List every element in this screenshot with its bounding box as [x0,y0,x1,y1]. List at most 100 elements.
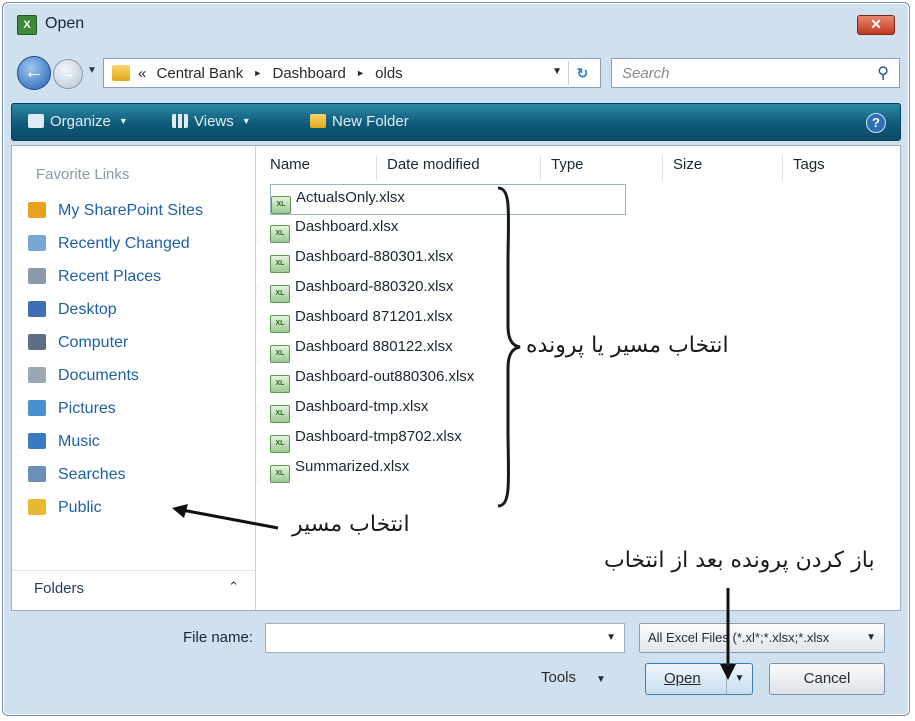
file-list-pane: Name Date modified Type Size Tags XL Actu… [256,146,900,610]
organize-icon [28,114,44,128]
sidebar-item-label: Recently Changed [58,235,190,252]
desktop-icon [28,301,46,317]
file-name: Summarized.xlsx [295,458,410,475]
views-icon [172,114,188,128]
address-dropdown-icon[interactable]: ▼ [552,66,562,77]
back-arrow-icon[interactable]: ← [17,56,51,90]
search-icon[interactable]: ⚲ [877,63,889,83]
chevron-up-icon[interactable]: ⌃ [228,579,239,595]
file-name: Dashboard-880301.xlsx [295,248,454,265]
list-item[interactable]: XL Dashboard 871201.xlsx [270,304,626,334]
column-header-name[interactable]: Name [270,156,310,173]
list-item[interactable]: XL ActualsOnly.xlsx [270,184,626,215]
annotation-select-path-or-file: انتخاب مسیر یا پرونده [526,333,729,358]
breadcrumb-olds[interactable]: olds [375,65,403,82]
recent-pages-dropdown-icon[interactable]: ▼ [87,65,97,76]
search-input[interactable]: Search [622,65,670,82]
excel-file-icon: XL [271,196,291,214]
chevron-down-icon: ▼ [866,632,876,643]
views-button[interactable]: Views ▼ [172,113,251,130]
organize-label: Organize [50,113,111,130]
excel-file-icon: XL [270,285,290,303]
breadcrumb-separator-icon[interactable]: ► [356,68,365,78]
new-folder-button[interactable]: New Folder [310,113,409,130]
sidebar-item-my-sharepoint-sites[interactable]: My SharePoint Sites [28,198,203,231]
sidebar-item-computer[interactable]: Computer [28,330,203,363]
help-icon[interactable]: ? [866,113,886,133]
folders-label: Folders [34,580,85,597]
file-type-select[interactable]: All Excel Files (*.xl*;*.xlsx;*.xlsx ▼ [639,623,885,653]
list-item[interactable]: XL Dashboard-880320.xlsx [270,274,626,304]
sidebar-item-pictures[interactable]: Pictures [28,396,203,429]
chevron-down-icon[interactable]: ▼ [606,632,616,643]
favorite-links-header: Favorite Links [36,166,130,183]
new-folder-label: New Folder [332,113,409,130]
content-area: Favorite Links My SharePoint Sites Recen… [11,145,901,611]
tools-button[interactable]: Tools ▼ [541,669,606,686]
views-label: Views [194,113,234,130]
list-item[interactable]: XL Dashboard.xlsx [270,214,626,244]
breadcrumb: « Central Bank ► Dashboard ► olds [138,65,409,82]
window-title: Open [45,15,85,32]
new-folder-icon [310,114,326,128]
address-row: ← → ▼ « Central Bank ► Dashboard ► olds … [3,53,909,93]
music-icon [28,433,46,449]
column-header-tags[interactable]: Tags [782,156,825,180]
pictures-icon [28,400,46,416]
favorite-links-list: My SharePoint Sites Recently Changed Rec… [28,198,203,528]
folder-icon [112,65,130,81]
sidebar-item-desktop[interactable]: Desktop [28,297,203,330]
breadcrumb-separator-icon[interactable]: ► [253,68,262,78]
file-name: Dashboard.xlsx [295,218,399,235]
open-dialog: X Open ✕ ← → ▼ « Central Bank ► Dashboar… [2,2,910,716]
list-item[interactable]: XL Dashboard-tmp8702.xlsx [270,424,626,454]
column-header-size[interactable]: Size [662,156,702,180]
sidebar-item-recent-places[interactable]: Recent Places [28,264,203,297]
sidebar-item-searches[interactable]: Searches [28,462,203,495]
list-item[interactable]: XL Dashboard-880301.xlsx [270,244,626,274]
open-label: Open [664,670,701,687]
sidebar-item-label: Searches [58,466,126,483]
breadcrumb-overflow[interactable]: « [138,65,146,82]
breadcrumb-central-bank[interactable]: Central Bank [157,65,244,82]
sidebar-item-label: Public [58,499,102,516]
file-name: ActualsOnly.xlsx [296,189,405,206]
list-item[interactable]: XL Dashboard-out880306.xlsx [270,364,626,394]
excel-file-icon: XL [270,405,290,423]
dialog-footer: File name: ▼ All Excel Files (*.xl*;*.xl… [3,615,909,715]
cancel-button[interactable]: Cancel [769,663,885,695]
recently-changed-icon [28,235,46,251]
file-name: Dashboard 880122.xlsx [295,338,453,355]
excel-file-icon: XL [270,345,290,363]
file-name: Dashboard-out880306.xlsx [295,368,475,385]
tools-label: Tools [541,669,577,686]
excel-file-icon: XL [270,255,290,273]
sidebar-item-label: Computer [58,334,129,351]
refresh-icon[interactable]: ↻ [568,61,596,85]
folders-toggle[interactable]: Folders ⌃ [12,570,255,606]
file-name-field[interactable]: ▼ [265,623,625,653]
breadcrumb-dashboard[interactable]: Dashboard [273,65,346,82]
search-box[interactable]: Search ⚲ [611,58,900,88]
close-button[interactable]: ✕ [857,15,895,35]
public-folder-icon [28,499,46,515]
column-header-type[interactable]: Type [540,156,584,180]
excel-file-icon: XL [270,225,290,243]
list-item[interactable]: XL Dashboard-tmp.xlsx [270,394,626,424]
excel-file-icon: XL [270,315,290,333]
sidebar-item-recently-changed[interactable]: Recently Changed [28,231,203,264]
sidebar-item-label: Recent Places [58,268,162,285]
address-bar[interactable]: « Central Bank ► Dashboard ► olds ▼ ↻ [103,58,601,88]
organize-button[interactable]: Organize ▼ [28,113,128,130]
sidebar-item-music[interactable]: Music [28,429,203,462]
list-item[interactable]: XL Summarized.xlsx [270,454,626,484]
recent-places-icon [28,268,46,284]
sidebar-item-label: Pictures [58,400,116,417]
forward-arrow-icon[interactable]: → [53,59,83,89]
down-arrow-annotation-icon [720,588,736,680]
column-header-date-modified[interactable]: Date modified [376,156,480,180]
sidebar-item-label: Desktop [58,301,117,318]
excel-icon: X [17,15,37,35]
navigation-pane: Favorite Links My SharePoint Sites Recen… [12,146,256,610]
sidebar-item-documents[interactable]: Documents [28,363,203,396]
